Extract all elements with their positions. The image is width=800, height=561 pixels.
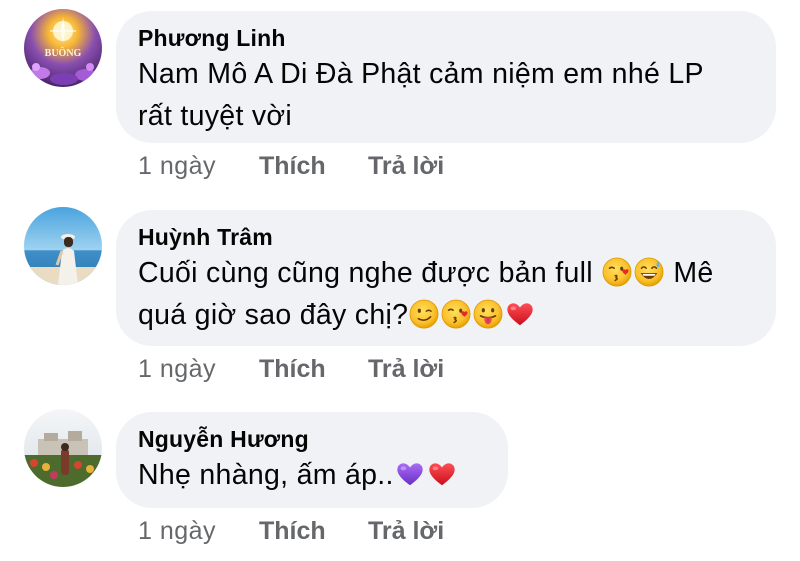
grinning-sweat-emoji [634, 257, 664, 287]
avatar[interactable]: BUÔNG [24, 9, 102, 87]
avatar-image [24, 207, 102, 285]
kiss-heart-emoji [441, 299, 471, 329]
red-heart-emoji [505, 299, 535, 329]
reply-button[interactable]: Trả lời [368, 516, 444, 546]
avatar-image: BUÔNG [24, 9, 102, 87]
svg-text:BUÔNG: BUÔNG [45, 46, 82, 59]
comment-text: Cuối cùng cũng nghe được bản full Mê quá… [138, 252, 750, 336]
comment-timestamp[interactable]: 1 ngày [138, 151, 259, 181]
comment-text-segment: quá giờ sao đây chị? [138, 299, 409, 331]
comment-actions: 1 ngày Thích Trả lời [138, 354, 444, 384]
comment-author[interactable]: Nguyễn Hương [138, 424, 482, 454]
comment-text-line: Nam Mô A Di Đà Phật cảm niệm em nhé LP [138, 58, 704, 90]
wink-emoji [409, 299, 439, 329]
kiss-heart-emoji [602, 257, 632, 287]
comment-bubble: Phương Linh Nam Mô A Di Đà Phật cảm niệm… [116, 11, 776, 143]
avatar[interactable] [24, 207, 102, 285]
comment-text-line: Cuối cùng cũng nghe được bản full Mê [138, 252, 750, 294]
reply-button[interactable]: Trả lời [368, 151, 444, 181]
comment-text-line: rất tuyệt vời [138, 100, 293, 132]
comment-actions: 1 ngày Thích Trả lời [138, 151, 444, 181]
red-heart-emoji [427, 459, 457, 489]
like-button[interactable]: Thích [259, 151, 368, 181]
tongue-emoji [473, 299, 503, 329]
comment-timestamp[interactable]: 1 ngày [138, 516, 259, 546]
like-button[interactable]: Thích [259, 354, 368, 384]
comment-text-segment: Cuối cùng cũng nghe được bản full [138, 257, 602, 289]
comment-bubble: Huỳnh Trâm Cuối cùng cũng nghe được bản … [116, 210, 776, 346]
avatar[interactable] [24, 409, 102, 487]
comment-author[interactable]: Huỳnh Trâm [138, 222, 750, 252]
comment-bubble: Nguyễn Hương Nhẹ nhàng, ấm áp.. [116, 412, 508, 508]
comment-actions: 1 ngày Thích Trả lời [138, 516, 444, 546]
comment-text: Nam Mô A Di Đà Phật cảm niệm em nhé LP r… [138, 53, 750, 137]
comment-text-line: quá giờ sao đây chị? [138, 294, 750, 336]
comment-thread: BUÔNG Phương Linh Nam Mô A Di Đà Phật cả… [0, 0, 800, 561]
avatar-image [24, 409, 102, 487]
comment-author[interactable]: Phương Linh [138, 23, 750, 53]
comment-text-segment: Mê [665, 257, 714, 289]
purple-heart-emoji [395, 459, 425, 489]
comment-timestamp[interactable]: 1 ngày [138, 354, 259, 384]
comment-text-segment: Nhẹ nhàng, ấm áp.. [138, 459, 394, 491]
reply-button[interactable]: Trả lời [368, 354, 444, 384]
like-button[interactable]: Thích [259, 516, 368, 546]
comment-text: Nhẹ nhàng, ấm áp.. [138, 454, 482, 496]
